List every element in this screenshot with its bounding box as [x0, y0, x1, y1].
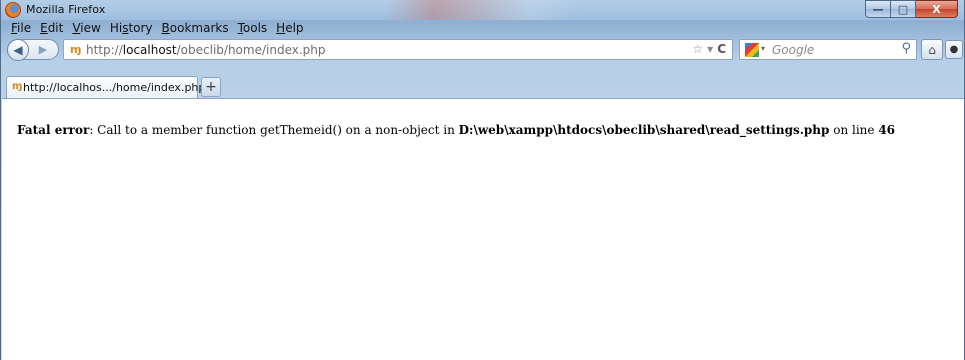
menu-help[interactable]: Help	[276, 21, 303, 35]
back-arrow-icon: ◀	[13, 43, 23, 57]
close-button[interactable]: X	[916, 0, 958, 18]
menu-tools[interactable]: Tools	[238, 21, 268, 35]
history-dropdown-icon[interactable]: ▾	[707, 42, 713, 56]
error-line-text: on line	[829, 123, 879, 137]
firefox-logo-icon	[5, 2, 21, 18]
maximize-button[interactable]: □	[891, 0, 916, 18]
tab-favicon-icon: ɱ	[12, 81, 23, 92]
menu-file[interactable]: File	[11, 21, 31, 35]
forward-button[interactable]: ▶	[34, 42, 52, 57]
new-tab-button[interactable]: +	[201, 77, 221, 97]
error-text: : Call to a member function getThemeid()…	[89, 123, 459, 137]
title-bar[interactable]: Mozilla Firefox — □ X	[1, 0, 964, 20]
search-input[interactable]: Google	[772, 43, 814, 57]
tab-active[interactable]: ɱ http://localhos.../home/index.php	[6, 76, 205, 98]
menu-bookmarks[interactable]: Bookmarks	[162, 21, 229, 35]
page-content: Fatal error: Call to a member function g…	[2, 98, 964, 360]
error-file-path: D:\web\xampp\htdocs\obeclib\shared\read_…	[458, 123, 830, 137]
error-line-number: 46	[878, 123, 896, 137]
google-engine-icon[interactable]	[745, 43, 759, 57]
error-label: Fatal error	[17, 123, 90, 137]
browser-window: Mozilla Firefox — □ X File Edit View His…	[0, 0, 965, 360]
home-button[interactable]: ⌂	[921, 39, 943, 60]
forward-arrow-icon: ▶	[38, 43, 48, 56]
search-icon[interactable]: ⚲	[901, 41, 911, 56]
url-bar[interactable]: ɱ http://localhost/obeclib/home/index.ph…	[63, 39, 733, 60]
tab-label: http://localhos.../home/index.php	[23, 81, 206, 94]
engine-dropdown-icon[interactable]: ▾	[761, 44, 765, 53]
menu-history[interactable]: History	[110, 21, 153, 35]
navigation-toolbar: ◀ ▶ ɱ http://localhost/obeclib/home/inde…	[1, 38, 964, 62]
menu-edit[interactable]: Edit	[40, 21, 63, 35]
extension-icon: ●	[949, 44, 959, 55]
home-icon: ⌂	[928, 42, 936, 57]
menu-bar: File Edit View History Bookmarks Tools H…	[11, 21, 304, 35]
php-error-message: Fatal error: Call to a member function g…	[17, 123, 895, 137]
extension-button[interactable]: ●	[945, 40, 963, 59]
reload-icon[interactable]: C	[717, 42, 726, 56]
url-text[interactable]: http://localhost/obeclib/home/index.php	[86, 43, 326, 57]
plus-icon: +	[205, 79, 217, 95]
window-controls: — □ X	[865, 0, 958, 18]
back-forward-group: ◀ ▶	[7, 39, 59, 61]
tab-strip: ɱ http://localhos.../home/index.php +	[1, 76, 964, 98]
back-button[interactable]: ◀	[7, 39, 29, 61]
window-title: Mozilla Firefox	[26, 3, 106, 16]
menu-view[interactable]: View	[72, 21, 100, 35]
site-favicon-icon: ɱ	[70, 43, 82, 56]
url-bar-actions: ☆ ▾ C	[692, 42, 726, 56]
bookmark-star-icon[interactable]: ☆	[692, 42, 703, 56]
minimize-button[interactable]: —	[865, 0, 891, 18]
search-bar[interactable]: ▾ Google ⚲	[739, 39, 917, 60]
